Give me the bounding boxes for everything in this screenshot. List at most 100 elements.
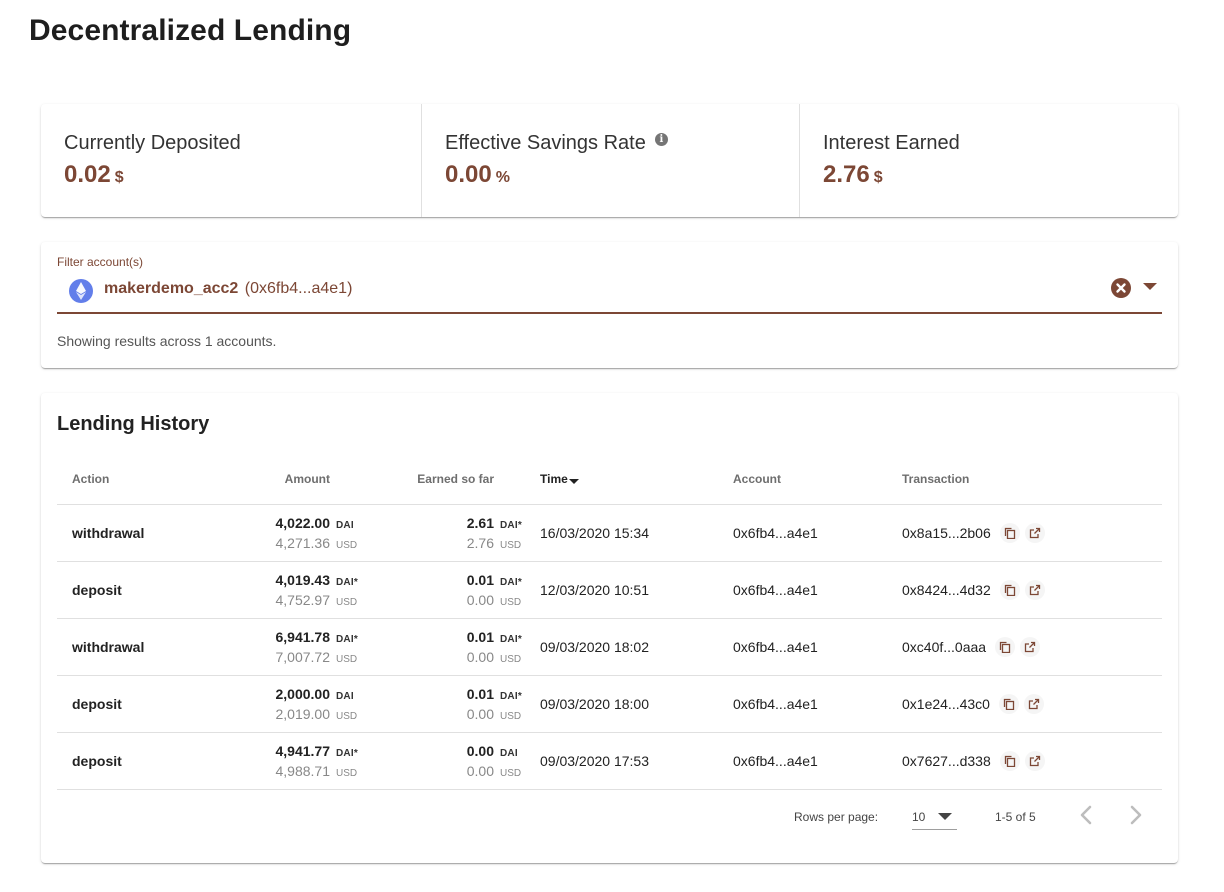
amount-unit: DAI* [336, 747, 358, 759]
stat-value: 2.76 $ [823, 161, 883, 188]
copy-icon[interactable] [998, 693, 1019, 714]
copy-icon[interactable] [999, 750, 1020, 771]
usd-unit: USD [500, 710, 522, 722]
row-transaction: 0xc40f...0aaa [902, 618, 1162, 676]
earned-unit: DAI* [500, 633, 522, 645]
selected-account-address: (0x6fb4...a4e1) [244, 280, 353, 297]
page-range: 1-5 of 5 [995, 810, 1036, 824]
row-transaction: 0x7627...d338 [902, 732, 1162, 790]
external-link-icon[interactable] [1024, 522, 1045, 543]
row-account: 0x6fb4...a4e1 [733, 618, 902, 676]
external-link-icon[interactable] [1023, 693, 1044, 714]
row-account: 0x6fb4...a4e1 [733, 504, 902, 562]
amount-value: 4,019.43 [275, 571, 331, 588]
column-header-amount[interactable]: Amount [207, 453, 360, 505]
filter-label: Filter account(s) [57, 255, 144, 269]
row-time: 16/03/2020 15:34 [524, 504, 733, 562]
section-title: Lending History [57, 413, 210, 435]
row-earned: 0.01 DAI* 0.00 USD [360, 675, 524, 733]
transaction-hash: 0x8424...4d32 [902, 581, 991, 598]
copy-icon[interactable] [999, 522, 1020, 543]
selected-account[interactable]: makerdemo_acc2 (0x6fb4...a4e1) [104, 280, 352, 298]
column-header-time[interactable]: Time [524, 453, 733, 505]
usd-unit: USD [336, 767, 358, 779]
amount-value: 4,941.77 [275, 742, 331, 759]
earned-value: 0.01 [466, 628, 494, 645]
column-header-transaction[interactable]: Transaction [902, 453, 1162, 505]
row-amount: 6,941.78 DAI* 7,007.72 USD [207, 618, 360, 676]
earned-value: 0.00 [466, 742, 494, 759]
external-link-icon[interactable] [1024, 750, 1045, 771]
previous-page-button[interactable] [1075, 803, 1099, 827]
row-transaction: 0x8a15...2b06 [902, 504, 1162, 562]
stat-value: 0.00% [445, 161, 510, 188]
account-filter-card: Filter account(s) makerdemo_acc2 (0x6fb4… [41, 242, 1178, 368]
row-account: 0x6fb4...a4e1 [733, 675, 902, 733]
usd-unit: USD [336, 596, 358, 608]
rows-per-page-select[interactable]: 10 [912, 803, 957, 830]
amount-usd-value: 4,271.36 [275, 534, 331, 551]
table-row: deposit 2,000.00 DAI 2,019.00 USD 0.01 DAI* 0.0… [57, 675, 1162, 733]
amount-value: 2,000.00 [275, 685, 331, 702]
row-transaction: 0x8424...4d32 [902, 561, 1162, 619]
stat-unit: $ [114, 169, 124, 186]
external-link-icon[interactable] [1020, 636, 1041, 657]
row-time: 09/03/2020 18:02 [524, 618, 733, 676]
earned-usd-value: 0.00 [466, 591, 494, 608]
amount-usd-value: 4,752.97 [275, 591, 331, 608]
earned-unit: DAI* [500, 690, 522, 702]
column-header-action[interactable]: Action [57, 453, 207, 505]
amount-unit: DAI* [336, 633, 358, 645]
ethereum-icon [69, 279, 93, 303]
transaction-hash: 0x7627...d338 [902, 752, 991, 769]
clear-icon[interactable] [1111, 278, 1131, 298]
earned-usd-value: 0.00 [466, 705, 494, 722]
amount-usd-value: 2,019.00 [275, 705, 331, 722]
row-amount: 4,941.77 DAI* 4,988.71 USD [207, 732, 360, 790]
earned-unit: DAI [500, 747, 518, 759]
page-title: Decentralized Lending [29, 14, 352, 47]
table-row: withdrawal 6,941.78 DAI* 7,007.72 USD 0.01 DAI… [57, 618, 1162, 676]
stat-title: Interest Earned [823, 132, 960, 154]
chevron-down-icon[interactable] [1143, 280, 1157, 294]
stat-unit: $ [873, 169, 883, 186]
usd-unit: USD [500, 653, 522, 665]
stat-interest-earned: Interest Earned 2.76 $ [799, 104, 1178, 217]
stat-title: Effective Savings Rate [445, 132, 646, 154]
row-action: withdrawal [57, 618, 207, 676]
filter-info-text: Showing results across 1 accounts. [57, 333, 277, 349]
amount-unit: DAI* [336, 576, 358, 588]
usd-unit: USD [336, 539, 358, 551]
external-link-icon[interactable] [1024, 579, 1045, 600]
sort-desc-icon[interactable] [568, 476, 580, 486]
account-filter-select[interactable]: makerdemo_acc2 (0x6fb4...a4e1) [57, 276, 1162, 314]
row-earned: 0.00 DAI 0.00 USD [360, 732, 524, 790]
next-page-button[interactable] [1123, 803, 1147, 827]
stat-title: Currently Deposited [64, 132, 241, 154]
earned-usd-value: 0.00 [466, 762, 494, 779]
row-action: deposit [57, 675, 207, 733]
column-header-account[interactable]: Account [733, 453, 902, 505]
table-row: withdrawal 4,022.00 DAI 4,271.36 USD 2.61 DAI*… [57, 504, 1162, 562]
copy-icon[interactable] [999, 579, 1020, 600]
copy-icon[interactable] [995, 636, 1016, 657]
amount-unit: DAI [336, 519, 354, 531]
info-icon[interactable]: i [654, 133, 668, 146]
row-time: 09/03/2020 18:00 [524, 675, 733, 733]
usd-unit: USD [336, 710, 358, 722]
row-transaction: 0x1e24...43c0 [902, 675, 1162, 733]
amount-unit: DAI [336, 690, 354, 702]
row-account: 0x6fb4...a4e1 [733, 732, 902, 790]
row-amount: 2,000.00 DAI 2,019.00 USD [207, 675, 360, 733]
stat-currently-deposited: Currently Deposited 0.02 $ [41, 104, 421, 217]
earned-unit: DAI* [500, 576, 522, 588]
amount-usd-value: 4,988.71 [275, 762, 331, 779]
row-action: withdrawal [57, 504, 207, 562]
table-row: deposit 4,941.77 DAI* 4,988.71 USD 0.00 DAI 0.0… [57, 732, 1162, 790]
column-header-earned[interactable]: Earned so far [360, 453, 524, 505]
earned-unit: DAI* [500, 519, 522, 531]
stats-card: Currently Deposited 0.02 $ Effective Savi… [41, 104, 1178, 217]
earned-value: 2.61 [466, 514, 494, 531]
amount-usd-value: 7,007.72 [275, 648, 331, 665]
rows-per-page-label: Rows per page: [794, 810, 879, 824]
